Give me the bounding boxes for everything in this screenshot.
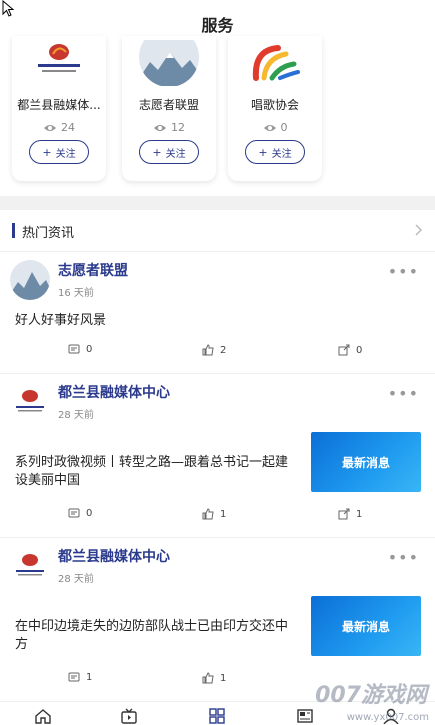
post-author[interactable]: 志愿者联盟 (58, 260, 128, 280)
share-button[interactable]: 1 (338, 508, 362, 520)
like-button[interactable]: 1 (202, 672, 226, 684)
page-title: 服务 (201, 16, 234, 35)
watermark-url: www.yx007.com (346, 712, 429, 723)
news-tab-icon[interactable] (296, 708, 314, 724)
eye-icon (154, 125, 166, 131)
view-count: 24 (12, 121, 106, 134)
share-icon (338, 344, 350, 356)
post-author[interactable]: 都兰县融媒体中心 (58, 382, 170, 402)
post-time: 28 天前 (58, 410, 94, 421)
comment-button[interactable]: 1 (68, 672, 92, 683)
post-text[interactable]: 系列时政微视频丨转型之路—跟着总书记一起建设美丽中国 (15, 454, 300, 490)
share-button[interactable]: 0 (338, 344, 362, 356)
follow-button[interactable]: + 关注 (139, 140, 199, 164)
watermark-text: 007游戏网 (315, 683, 427, 708)
service-card[interactable]: 志愿者联盟 12 + 关注 (122, 36, 216, 181)
comment-button[interactable]: 0 (68, 508, 92, 519)
eye-icon (44, 125, 56, 131)
media-center-logo-icon (38, 44, 80, 72)
post-text[interactable]: 在中印边境走失的边防部队战士已由印方交还中方 (15, 618, 300, 654)
thumbs-up-icon (202, 344, 214, 356)
service-card[interactable]: 都兰县融媒体... 24 + 关注 (12, 36, 106, 181)
service-cards: 都兰县融媒体... 24 + 关注 志愿者联盟 12 + 关注 唱歌协会 0 + 关注 (6, 36, 435, 186)
hot-news-title: 热门资讯 (22, 226, 75, 241)
comment-icon (68, 508, 80, 518)
service-name: 唱歌协会 (250, 98, 299, 112)
video-tab-icon[interactable] (120, 708, 138, 724)
post-actions: 0 2 0 (0, 344, 435, 360)
home-tab-icon[interactable] (34, 708, 52, 724)
author-avatar[interactable] (10, 260, 50, 300)
post-thumbnail[interactable]: 最新消息 (311, 432, 421, 492)
hot-news-header[interactable]: 热门资讯 (0, 210, 435, 252)
service-card[interactable]: 唱歌协会 0 + 关注 (228, 36, 322, 181)
like-button[interactable]: 2 (202, 344, 226, 356)
more-options-icon[interactable]: ••• (388, 262, 419, 281)
comment-button[interactable]: 0 (68, 344, 92, 355)
more-options-icon[interactable]: ••• (388, 548, 419, 567)
service-name: 志愿者联盟 (138, 98, 199, 112)
share-icon (338, 508, 350, 520)
post-time: 16 天前 (58, 288, 94, 299)
follow-button[interactable]: + 关注 (245, 140, 305, 164)
more-options-icon[interactable]: ••• (388, 384, 419, 403)
post-time: 28 天前 (58, 574, 94, 585)
post-author[interactable]: 都兰县融媒体中心 (58, 546, 170, 566)
services-tab-icon[interactable] (208, 708, 226, 724)
section-divider (0, 196, 435, 210)
thumbs-up-icon (202, 508, 214, 520)
chevron-right-icon[interactable] (413, 223, 423, 237)
author-avatar[interactable] (10, 382, 50, 422)
singing-association-logo-icon (252, 45, 300, 81)
post-text[interactable]: 好人好事好风景 (15, 312, 106, 330)
news-post[interactable]: 都兰县融媒体中心 28 天前 ••• 系列时政微视频丨转型之路—跟着总书记一起建… (0, 374, 435, 538)
plus-icon: + (258, 145, 268, 159)
post-actions: 0 1 1 (0, 508, 435, 524)
comment-icon (68, 344, 80, 354)
post-thumbnail[interactable]: 最新消息 (311, 596, 421, 656)
service-name: 都兰县融媒体... (17, 98, 101, 112)
news-post[interactable]: 志愿者联盟 16 天前 ••• 好人好事好风景 0 2 0 (0, 252, 435, 374)
volunteer-alliance-avatar (139, 40, 199, 86)
eye-icon (263, 125, 276, 131)
follow-button[interactable]: + 关注 (29, 140, 89, 164)
section-marker (12, 223, 15, 238)
thumbs-up-icon (202, 672, 214, 684)
view-count: 0 (228, 121, 322, 134)
author-avatar[interactable] (10, 546, 50, 586)
like-button[interactable]: 1 (202, 508, 226, 520)
comment-icon (68, 672, 80, 682)
view-count: 12 (122, 121, 216, 134)
plus-icon: + (42, 145, 52, 159)
plus-icon: + (152, 145, 162, 159)
